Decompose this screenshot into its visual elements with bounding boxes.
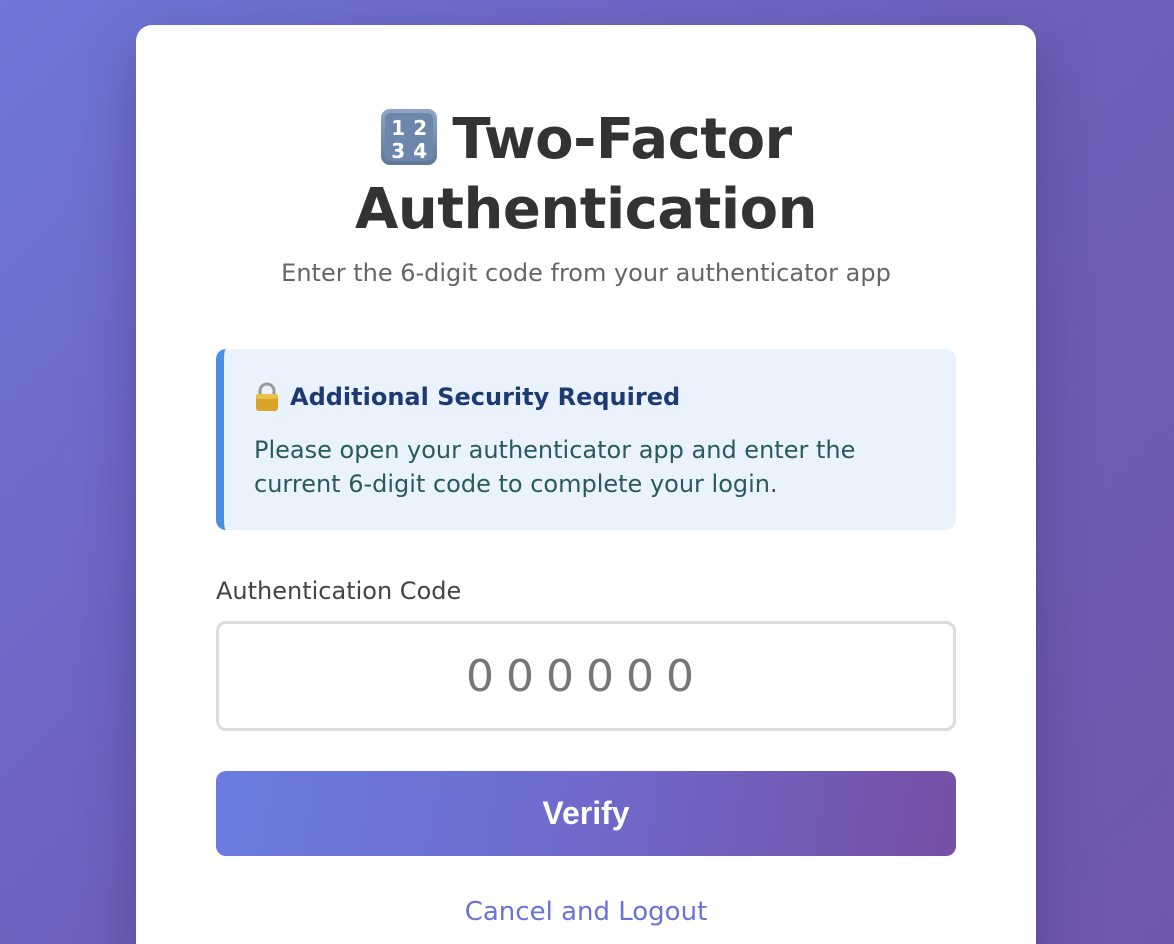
authentication-code-input[interactable] [216,621,956,731]
page-subtitle: Enter the 6-digit code from your authent… [281,259,891,287]
security-notice-title: Additional Security Required [254,377,926,417]
two-factor-card: 1 2 3 4 Two-Factor Authentication Enter … [136,25,1036,944]
svg-text:4: 4 [414,139,427,163]
code-field-label: Authentication Code [216,577,462,605]
lock-icon [254,382,280,412]
security-notice-title-text: Additional Security Required [290,383,681,411]
security-notice: Additional Security Required Please open… [216,349,956,530]
svg-text:2: 2 [414,116,427,140]
verify-button[interactable]: Verify [216,771,956,856]
numbers-keycap-icon: 1 2 3 4 [380,108,438,166]
page-title: 1 2 3 4 Two-Factor Authentication [216,105,956,245]
svg-text:1: 1 [392,116,405,140]
security-notice-text: Please open your authenticator app and e… [254,436,856,498]
svg-text:3: 3 [392,139,405,163]
cancel-and-logout-link[interactable]: Cancel and Logout [216,896,956,928]
